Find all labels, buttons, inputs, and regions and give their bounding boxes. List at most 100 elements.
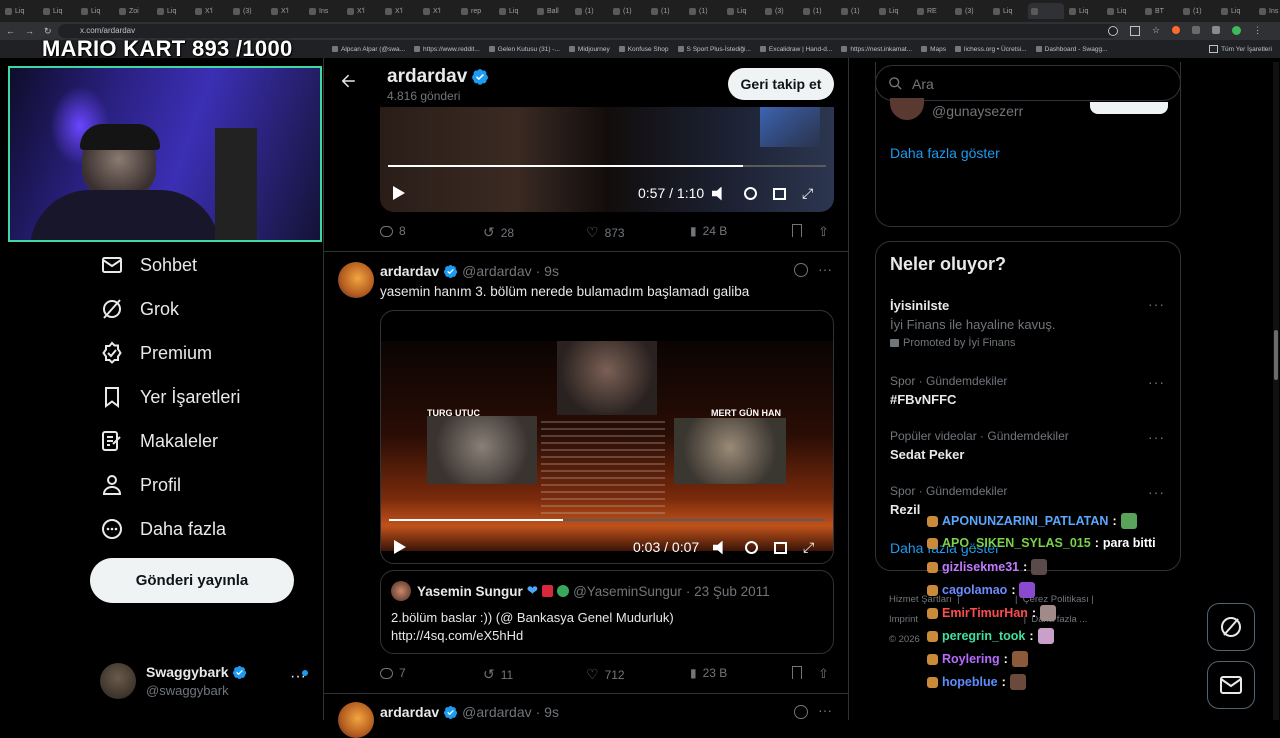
suggestion-handle[interactable]: @gunaysezerr [932, 103, 1023, 119]
avatar[interactable] [338, 702, 374, 738]
author-name[interactable]: ardardav [380, 263, 439, 279]
like-button[interactable]: ♡ 873 [586, 224, 625, 241]
account-switcher[interactable]: Swaggybark @swaggybark ··· [100, 662, 310, 702]
install-icon[interactable] [1130, 26, 1140, 36]
fullscreen-icon[interactable]: ⤢ [803, 539, 814, 556]
browser-tab[interactable]: Zoi [116, 3, 152, 19]
extensions-puzzle-icon[interactable] [1192, 26, 1201, 34]
browser-tab[interactable]: Ball [534, 3, 570, 19]
volume-icon[interactable] [712, 186, 722, 201]
all-bookmarks[interactable]: Tüm Yer İşaretleri [1209, 45, 1272, 53]
quote-link[interactable]: http://4sq.com/eX5hHd [391, 628, 523, 643]
more-dots-icon[interactable]: ··· [1148, 429, 1165, 445]
grok-icon[interactable] [794, 705, 808, 719]
bookmark-button[interactable] [792, 666, 802, 679]
bookmark-item[interactable]: Excalidraw | Hand-d... [759, 46, 832, 53]
tweet-time[interactable]: · 9s [536, 704, 559, 720]
bookmark-item[interactable]: S Sport Plus-İstediği... [677, 46, 751, 53]
back-arrow-icon[interactable]: ← [6, 26, 15, 37]
browser-tab[interactable]: Liq [1066, 3, 1102, 19]
browser-tab[interactable]: Liq [990, 3, 1026, 19]
views-button[interactable]: ▮ 23 B [690, 666, 727, 680]
bookmark-item[interactable]: Alpcan Alpar (@swa... [332, 46, 405, 53]
avatar[interactable] [338, 262, 374, 298]
browser-tab[interactable] [1028, 3, 1064, 19]
bookmark-item[interactable]: Dashboard - Swagg... [1035, 46, 1108, 53]
reply-button[interactable]: 8 [380, 224, 406, 238]
grok-fab[interactable] [1207, 603, 1255, 651]
trend-item[interactable]: İyisinilste İyi Finans ile hayaline kavu… [876, 294, 1180, 354]
bookmark-item[interactable]: https://www.reddit... [414, 46, 480, 53]
like-button[interactable]: ♡ 712 [586, 666, 625, 683]
volume-icon[interactable] [713, 540, 723, 555]
grok-icon[interactable] [794, 263, 808, 277]
scrollbar-thumb[interactable] [1274, 330, 1278, 380]
browser-tab[interactable]: Liq [876, 3, 912, 19]
browser-tab[interactable]: X'l [382, 3, 418, 19]
more-dots-icon[interactable]: ··· [818, 702, 832, 718]
browser-tab[interactable]: Liq [2, 3, 38, 19]
sidebar-item-yer-i-aretleri[interactable]: Yer İşaretleri [100, 384, 240, 410]
browser-tab[interactable]: Liq [1218, 3, 1254, 19]
more-dots-icon[interactable]: ··· [1148, 484, 1165, 500]
views-button[interactable]: ▮ 24 B [690, 224, 727, 238]
sidebar-item-sohbet[interactable]: Sohbet [100, 252, 197, 278]
bookmark-item[interactable]: Maps [921, 46, 946, 53]
tweet1-video[interactable]: 0:57 / 1:10 ⤢ [380, 107, 834, 212]
menu-kebab-icon[interactable]: ⋮ [1253, 26, 1262, 36]
settings-gear-icon[interactable] [744, 187, 757, 200]
browser-tab[interactable]: (1) [838, 3, 874, 19]
browser-tab[interactable]: Liq [1104, 3, 1140, 19]
play-icon[interactable] [393, 539, 407, 555]
bookmark-item[interactable]: Gelen Kutusu (31) -... [488, 46, 560, 53]
post-button[interactable]: Gönderi yayınla [90, 558, 294, 603]
fullscreen-icon[interactable]: ⤢ [802, 185, 813, 202]
browser-tab[interactable]: (3) [230, 3, 266, 19]
browser-tab[interactable]: Liq [496, 3, 532, 19]
more-dots-icon[interactable]: ··· [818, 261, 832, 277]
play-icon[interactable] [392, 185, 406, 201]
star-icon[interactable]: ☆ [1152, 26, 1160, 36]
back-arrow-icon[interactable] [339, 72, 357, 90]
browser-tab[interactable]: (1) [800, 3, 836, 19]
retweet-button[interactable]: ↺ 11 [483, 666, 513, 683]
video-progress-bar[interactable] [389, 519, 825, 521]
profile-avatar-icon[interactable] [1232, 26, 1242, 35]
browser-tab[interactable]: X'l [268, 3, 304, 19]
browser-tab[interactable]: (3) [952, 3, 988, 19]
sidebar-item-makaleler[interactable]: Makaleler [100, 428, 218, 454]
reply-button[interactable]: 7 [380, 666, 406, 680]
author-name[interactable]: ardardav [380, 704, 439, 720]
browser-tab[interactable]: Ins [1256, 3, 1280, 19]
tweet2-video[interactable]: TURG UTUC MERT GÜN HAN 0:03 / 0:07 ⤢ [380, 310, 834, 564]
trend-item[interactable]: Spor · Gündemdekiler #FBvNFFC ··· [876, 372, 1180, 412]
forward-arrow-icon[interactable]: → [25, 26, 34, 37]
browser-tab[interactable]: X'l [420, 3, 456, 19]
browser-tab[interactable]: (1) [686, 3, 722, 19]
browser-tab[interactable]: Ins [306, 3, 342, 19]
author-handle[interactable]: @ardardav [462, 263, 531, 279]
tweet-time[interactable]: · 9s [536, 263, 559, 279]
quote-tweet[interactable]: Yasemin Sungur ❤ @YaseminSungur · 23 Şub… [380, 570, 834, 654]
page-scrollbar[interactable] [1273, 62, 1279, 720]
video-progress-bar[interactable] [388, 165, 826, 167]
browser-tab[interactable]: Liq [724, 3, 760, 19]
browser-tab[interactable]: Liq [78, 3, 114, 19]
pip-icon[interactable] [773, 187, 786, 200]
more-dots-icon[interactable]: ··· [1148, 296, 1165, 312]
browser-tab[interactable]: BT [1142, 3, 1178, 19]
follow-back-button[interactable]: Geri takip et [728, 68, 834, 100]
sidebar-item-daha-fazla[interactable]: Daha fazla [100, 516, 226, 542]
browser-tab[interactable]: rep [458, 3, 494, 19]
pip-icon[interactable] [774, 541, 787, 554]
browser-tab[interactable]: (3) [762, 3, 798, 19]
author-handle[interactable]: @ardardav [462, 704, 531, 720]
settings-gear-icon[interactable] [745, 541, 758, 554]
browser-tab[interactable]: X'l [344, 3, 380, 19]
bookmark-item[interactable]: lichess.org • Ücretsi... [955, 46, 1027, 53]
browser-tab[interactable]: (1) [572, 3, 608, 19]
follow-button[interactable] [1090, 102, 1168, 114]
zoom-icon[interactable] [1108, 26, 1118, 36]
download-icon[interactable] [1212, 26, 1221, 34]
sidebar-item-profil[interactable]: Profil [100, 472, 181, 498]
